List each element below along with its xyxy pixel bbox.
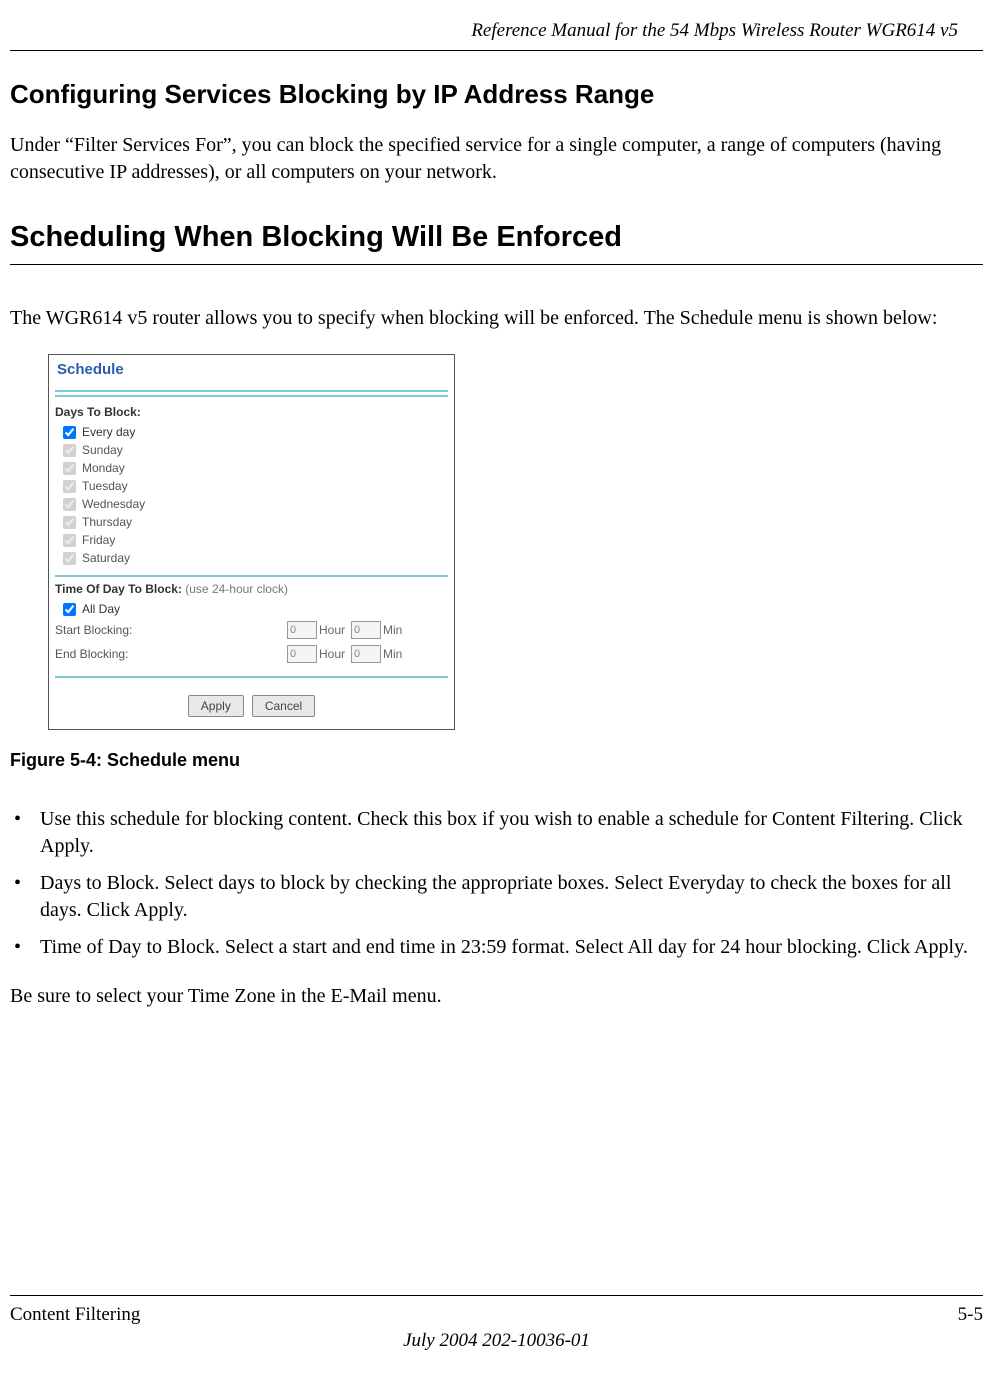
start-blocking-row: Start Blocking: Hour Min	[49, 618, 454, 642]
cancel-button[interactable]: Cancel	[252, 695, 315, 717]
day-checkbox-row: Thursday	[49, 513, 454, 531]
footer-row: Content Filtering 5-5	[10, 1304, 983, 1326]
footer-left: Content Filtering	[10, 1304, 140, 1326]
time-of-day-label: Time Of Day To Block: (use 24-hour clock…	[49, 580, 454, 600]
day-label: Monday	[82, 461, 125, 475]
day-checkbox-row: Friday	[49, 531, 454, 549]
days-to-block-label: Days To Block:	[49, 403, 454, 423]
page-header: Reference Manual for the 54 Mbps Wireles…	[10, 0, 983, 51]
day-checkbox-row: Saturday	[49, 549, 454, 567]
start-min-input[interactable]	[351, 621, 381, 639]
divider	[55, 676, 448, 678]
saturday-checkbox[interactable]	[63, 552, 76, 565]
section-title-config: Configuring Services Blocking by IP Addr…	[10, 79, 983, 110]
monday-checkbox[interactable]	[63, 462, 76, 475]
day-label: Sunday	[82, 443, 123, 457]
figure-caption: Figure 5-4: Schedule menu	[10, 750, 983, 771]
all-day-checkbox[interactable]	[63, 603, 76, 616]
day-label: Friday	[82, 533, 115, 547]
divider	[55, 575, 448, 577]
bullet-icon: •	[10, 806, 40, 860]
closing-text: Be sure to select your Time Zone in the …	[10, 983, 983, 1010]
schedule-panel-title: Schedule	[49, 355, 454, 382]
bullet-icon: •	[10, 934, 40, 961]
all-day-row: All Day	[49, 600, 454, 618]
button-row: Apply Cancel	[49, 681, 454, 729]
everyday-checkbox[interactable]	[63, 426, 76, 439]
day-checkbox-row: Sunday	[49, 441, 454, 459]
schedule-intro-text: The WGR614 v5 router allows you to speci…	[10, 305, 983, 332]
divider	[55, 390, 448, 392]
day-label: Thursday	[82, 515, 132, 529]
bullet-text: Time of Day to Block. Select a start and…	[40, 934, 983, 961]
day-checkbox-row: Monday	[49, 459, 454, 477]
bullet-text: Use this schedule for blocking content. …	[40, 806, 983, 860]
section-title-scheduling: Scheduling When Blocking Will Be Enforce…	[10, 221, 983, 265]
day-label: Every day	[82, 425, 135, 439]
schedule-screenshot: Schedule Days To Block: Every day Sunday…	[48, 354, 455, 730]
end-blocking-row: End Blocking: Hour Min	[49, 642, 454, 666]
day-label: Wednesday	[82, 497, 145, 511]
day-label: Saturday	[82, 551, 130, 565]
list-item: • Use this schedule for blocking content…	[10, 806, 983, 860]
friday-checkbox[interactable]	[63, 534, 76, 547]
bullet-list: • Use this schedule for blocking content…	[10, 806, 983, 961]
time-label-text: Time Of Day To Block:	[55, 582, 182, 596]
list-item: • Days to Block. Select days to block by…	[10, 870, 983, 924]
page-content: Configuring Services Blocking by IP Addr…	[0, 79, 993, 1010]
header-title: Reference Manual for the 54 Mbps Wireles…	[471, 20, 958, 41]
start-hour-input[interactable]	[287, 621, 317, 639]
page-footer: Content Filtering 5-5 July 2004 202-1003…	[10, 1295, 983, 1352]
bullet-icon: •	[10, 870, 40, 924]
day-label: Tuesday	[82, 479, 128, 493]
end-blocking-label: End Blocking:	[55, 647, 285, 661]
day-checkbox-row: Every day	[49, 423, 454, 441]
hour-unit: Hour	[319, 623, 345, 637]
all-day-label: All Day	[82, 602, 120, 616]
tuesday-checkbox[interactable]	[63, 480, 76, 493]
wednesday-checkbox[interactable]	[63, 498, 76, 511]
sunday-checkbox[interactable]	[63, 444, 76, 457]
day-checkbox-row: Wednesday	[49, 495, 454, 513]
divider	[55, 395, 448, 397]
list-item: • Time of Day to Block. Select a start a…	[10, 934, 983, 961]
footer-right: 5-5	[958, 1304, 983, 1326]
time-hint-text: (use 24-hour clock)	[185, 582, 288, 596]
footer-center: July 2004 202-10036-01	[10, 1330, 983, 1352]
thursday-checkbox[interactable]	[63, 516, 76, 529]
day-checkbox-row: Tuesday	[49, 477, 454, 495]
end-min-input[interactable]	[351, 645, 381, 663]
bullet-text: Days to Block. Select days to block by c…	[40, 870, 983, 924]
apply-button[interactable]: Apply	[188, 695, 244, 717]
start-blocking-label: Start Blocking:	[55, 623, 285, 637]
end-hour-input[interactable]	[287, 645, 317, 663]
config-body-text: Under “Filter Services For”, you can blo…	[10, 132, 983, 186]
hour-unit: Hour	[319, 647, 345, 661]
min-unit: Min	[383, 623, 402, 637]
min-unit: Min	[383, 647, 402, 661]
